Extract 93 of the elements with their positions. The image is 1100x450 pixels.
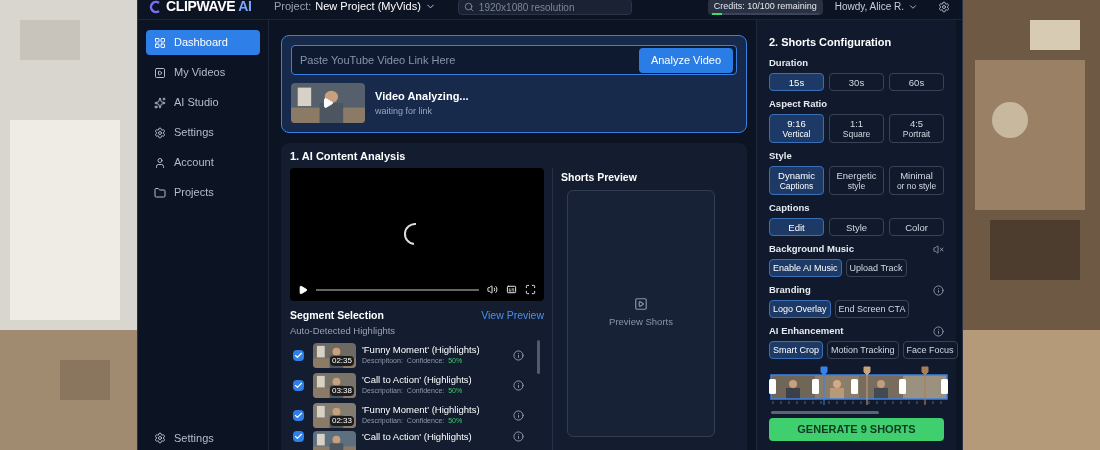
time-badge: 03:38	[329, 385, 354, 396]
scrollbar-thumb[interactable]	[537, 340, 540, 374]
info-icon[interactable]	[933, 285, 944, 296]
option-button[interactable]: 30s	[829, 73, 884, 91]
option-button[interactable]: Upload Track	[845, 259, 907, 277]
check-icon	[294, 350, 303, 360]
info-icon[interactable]	[513, 349, 524, 361]
group-label: AI Enhancement	[769, 324, 844, 339]
option-button[interactable]: Minimal or no style	[889, 166, 944, 195]
sidebar-item[interactable]: Projects	[146, 180, 260, 205]
search-icon	[463, 1, 474, 12]
checkbox[interactable]	[293, 409, 304, 421]
check-icon	[294, 410, 303, 420]
segment-name: 'Call to Action' (Highlights)	[362, 431, 473, 443]
logo: CLIPWAVE AI	[166, 0, 252, 16]
option-button[interactable]: Color	[889, 218, 944, 236]
url-field[interactable]: Paste YouTube Video Link Here Analyze Video	[291, 45, 737, 75]
sidebar-item-icon	[154, 186, 166, 199]
preview-title: Shorts Preview	[561, 170, 638, 185]
group-label: Aspect Ratio	[769, 97, 828, 112]
segment-name: 'Funny Moment' (Highlights)	[362, 344, 481, 356]
sidebar-item-icon	[154, 126, 166, 139]
group-label: Background Music	[769, 242, 854, 257]
settings-icon[interactable]	[938, 0, 950, 13]
checkbox[interactable]	[293, 431, 304, 442]
play-icon[interactable]	[298, 284, 308, 295]
segment-name: 'Call to Action' (Highlights)	[362, 374, 473, 386]
checkbox[interactable]	[293, 379, 304, 391]
preview-label: Preview Shorts	[609, 315, 673, 330]
info-icon[interactable]	[513, 409, 524, 421]
logo-icon	[148, 0, 162, 14]
sidebar-item[interactable]: My Videos	[146, 60, 260, 85]
segment-name: 'Funny Moment' (Highlights)	[362, 404, 481, 416]
fullscreen-icon[interactable]	[525, 284, 536, 295]
option-button[interactable]: Smart Crop	[769, 341, 823, 359]
group-label: Branding	[769, 283, 811, 298]
sidebar-item[interactable]: Account	[146, 150, 260, 175]
option-button[interactable]: Energetic style	[829, 166, 884, 195]
option-button[interactable]: Edit	[769, 218, 824, 236]
search-field[interactable]: 1920x1080 resolution	[457, 0, 632, 15]
sidebar-item[interactable]: Settings	[146, 427, 260, 449]
section-title: 2. Shorts Configuration	[769, 35, 893, 50]
captions-icon[interactable]	[506, 284, 517, 295]
option-button[interactable]: Enable AI Music	[769, 259, 842, 277]
sidebar-item[interactable]: AI Studio	[146, 90, 260, 115]
check-icon	[294, 432, 303, 441]
option-button[interactable]: 9:16 Vertical	[769, 114, 824, 143]
group-label: Captions	[769, 201, 810, 216]
segment-title: Segment Selection	[290, 308, 384, 323]
group-label: Style	[769, 149, 792, 164]
info-icon[interactable]	[513, 431, 524, 442]
credits-badge: Credits: 10/100 remaining	[707, 0, 823, 15]
status-title: Video Analyzing...	[375, 89, 469, 104]
timeline-drawing[interactable]	[769, 365, 949, 407]
analyze-video-button[interactable]: Analyze Video	[638, 47, 733, 73]
option-button[interactable]: Logo Overlay	[769, 300, 831, 318]
status-subtitle: waiting for link	[375, 104, 434, 118]
option-button[interactable]: 60s	[889, 73, 944, 91]
scrollbar-thumb[interactable]	[771, 411, 879, 414]
sidebar-item-icon	[154, 36, 166, 49]
generate-button[interactable]: GENERATE 9 SHORTS	[769, 418, 944, 441]
sidebar-item-icon	[154, 156, 166, 169]
time-badge: 02:35	[329, 355, 354, 366]
option-button[interactable]: Style	[829, 218, 884, 236]
user-menu[interactable]: Howdy, Alice R.	[834, 0, 918, 14]
sidebar-item[interactable]: Settings	[146, 120, 260, 145]
progress-track[interactable]	[316, 288, 479, 291]
section-title: 1. AI Content Analysis	[290, 149, 407, 164]
sidebar-item-icon	[154, 96, 166, 109]
option-button[interactable]: Motion Tracking	[827, 341, 899, 359]
sidebar-item-icon	[154, 66, 166, 79]
volume-icon[interactable]	[487, 284, 498, 295]
sidebar-item[interactable]: Dashboard	[146, 30, 260, 55]
option-button[interactable]: 1:1 Square	[829, 114, 884, 143]
segment-subtitle: Auto-Detected Highlights	[290, 323, 397, 338]
speaker-icon[interactable]	[933, 244, 944, 255]
group-label: Duration	[769, 56, 809, 71]
settings-icon	[154, 432, 166, 444]
option-button[interactable]: Face Focus	[902, 341, 958, 359]
check-icon	[294, 380, 303, 390]
segment-row[interactable]: 'Call to Action' (Highlights)	[290, 430, 544, 450]
checkbox[interactable]	[293, 349, 304, 361]
view-preview-link[interactable]: View Preview	[481, 308, 544, 324]
info-icon[interactable]	[933, 326, 944, 337]
option-button[interactable]: 4:5 Portrait	[889, 114, 944, 143]
play-icon	[322, 97, 334, 109]
option-button[interactable]: Dynamic Captions	[769, 166, 824, 195]
info-icon[interactable]	[513, 379, 524, 391]
option-button[interactable]: End Screen CTA	[834, 300, 910, 318]
video-icon	[634, 297, 648, 312]
project-selector[interactable]: Project: New Project (MyVids)	[274, 0, 436, 15]
option-button[interactable]: 15s	[769, 73, 824, 91]
time-badge: 02:33	[329, 415, 354, 426]
